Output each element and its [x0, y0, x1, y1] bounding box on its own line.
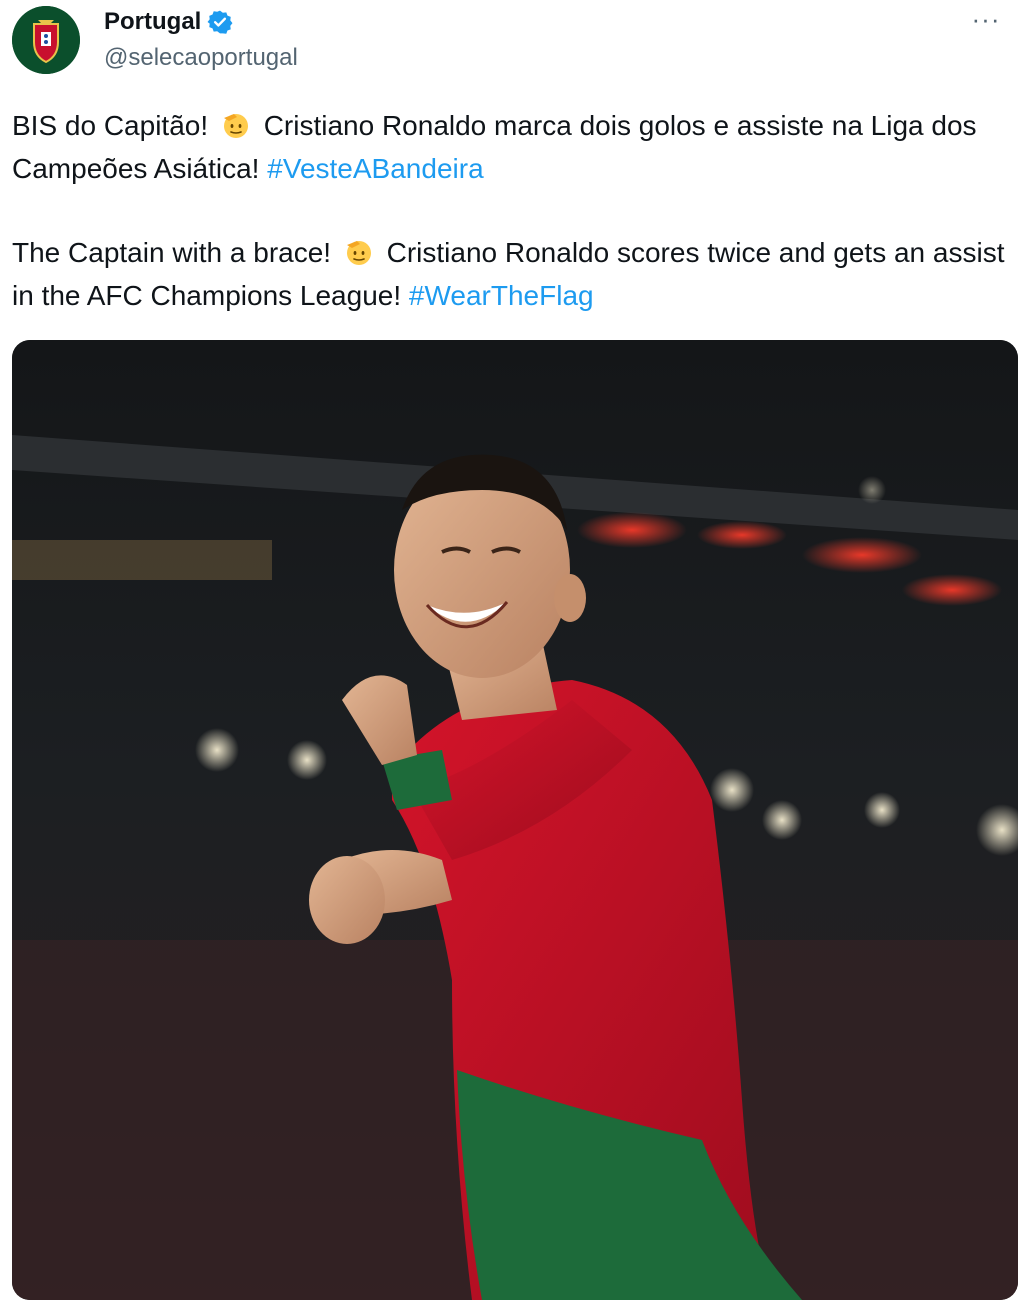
- display-name[interactable]: Portugal: [104, 8, 201, 36]
- account-handle[interactable]: @selecaoportugal: [104, 44, 298, 72]
- hashtag-link-en[interactable]: #WearTheFlag: [409, 280, 594, 311]
- hashtag-link-pt[interactable]: #VesteABandeira: [267, 153, 483, 184]
- saluting-face-icon: [220, 109, 252, 141]
- more-options-icon[interactable]: ···: [966, 4, 1006, 40]
- saluting-face-icon: [343, 236, 375, 268]
- verified-badge-icon: [207, 9, 233, 35]
- tweet-header: Portugal @selecaoportugal ···: [0, 0, 1020, 90]
- tweet-paragraph-pt: BIS do Capitão! Cristiano Ronaldo marca …: [12, 104, 1012, 190]
- text-pt-before: BIS do Capitão!: [12, 110, 209, 141]
- text-en-before: The Captain with a brace!: [12, 237, 332, 268]
- celebrating-player-image: [12, 340, 1018, 1300]
- portugal-crest-icon: [12, 6, 80, 74]
- tweet-text: BIS do Capitão! Cristiano Ronaldo marca …: [12, 104, 1012, 358]
- name-row: Portugal: [104, 8, 233, 36]
- avatar[interactable]: [12, 6, 80, 74]
- tweet-paragraph-en: The Captain with a brace! Cristiano Rona…: [12, 231, 1012, 317]
- tweet-photo[interactable]: [12, 340, 1018, 1300]
